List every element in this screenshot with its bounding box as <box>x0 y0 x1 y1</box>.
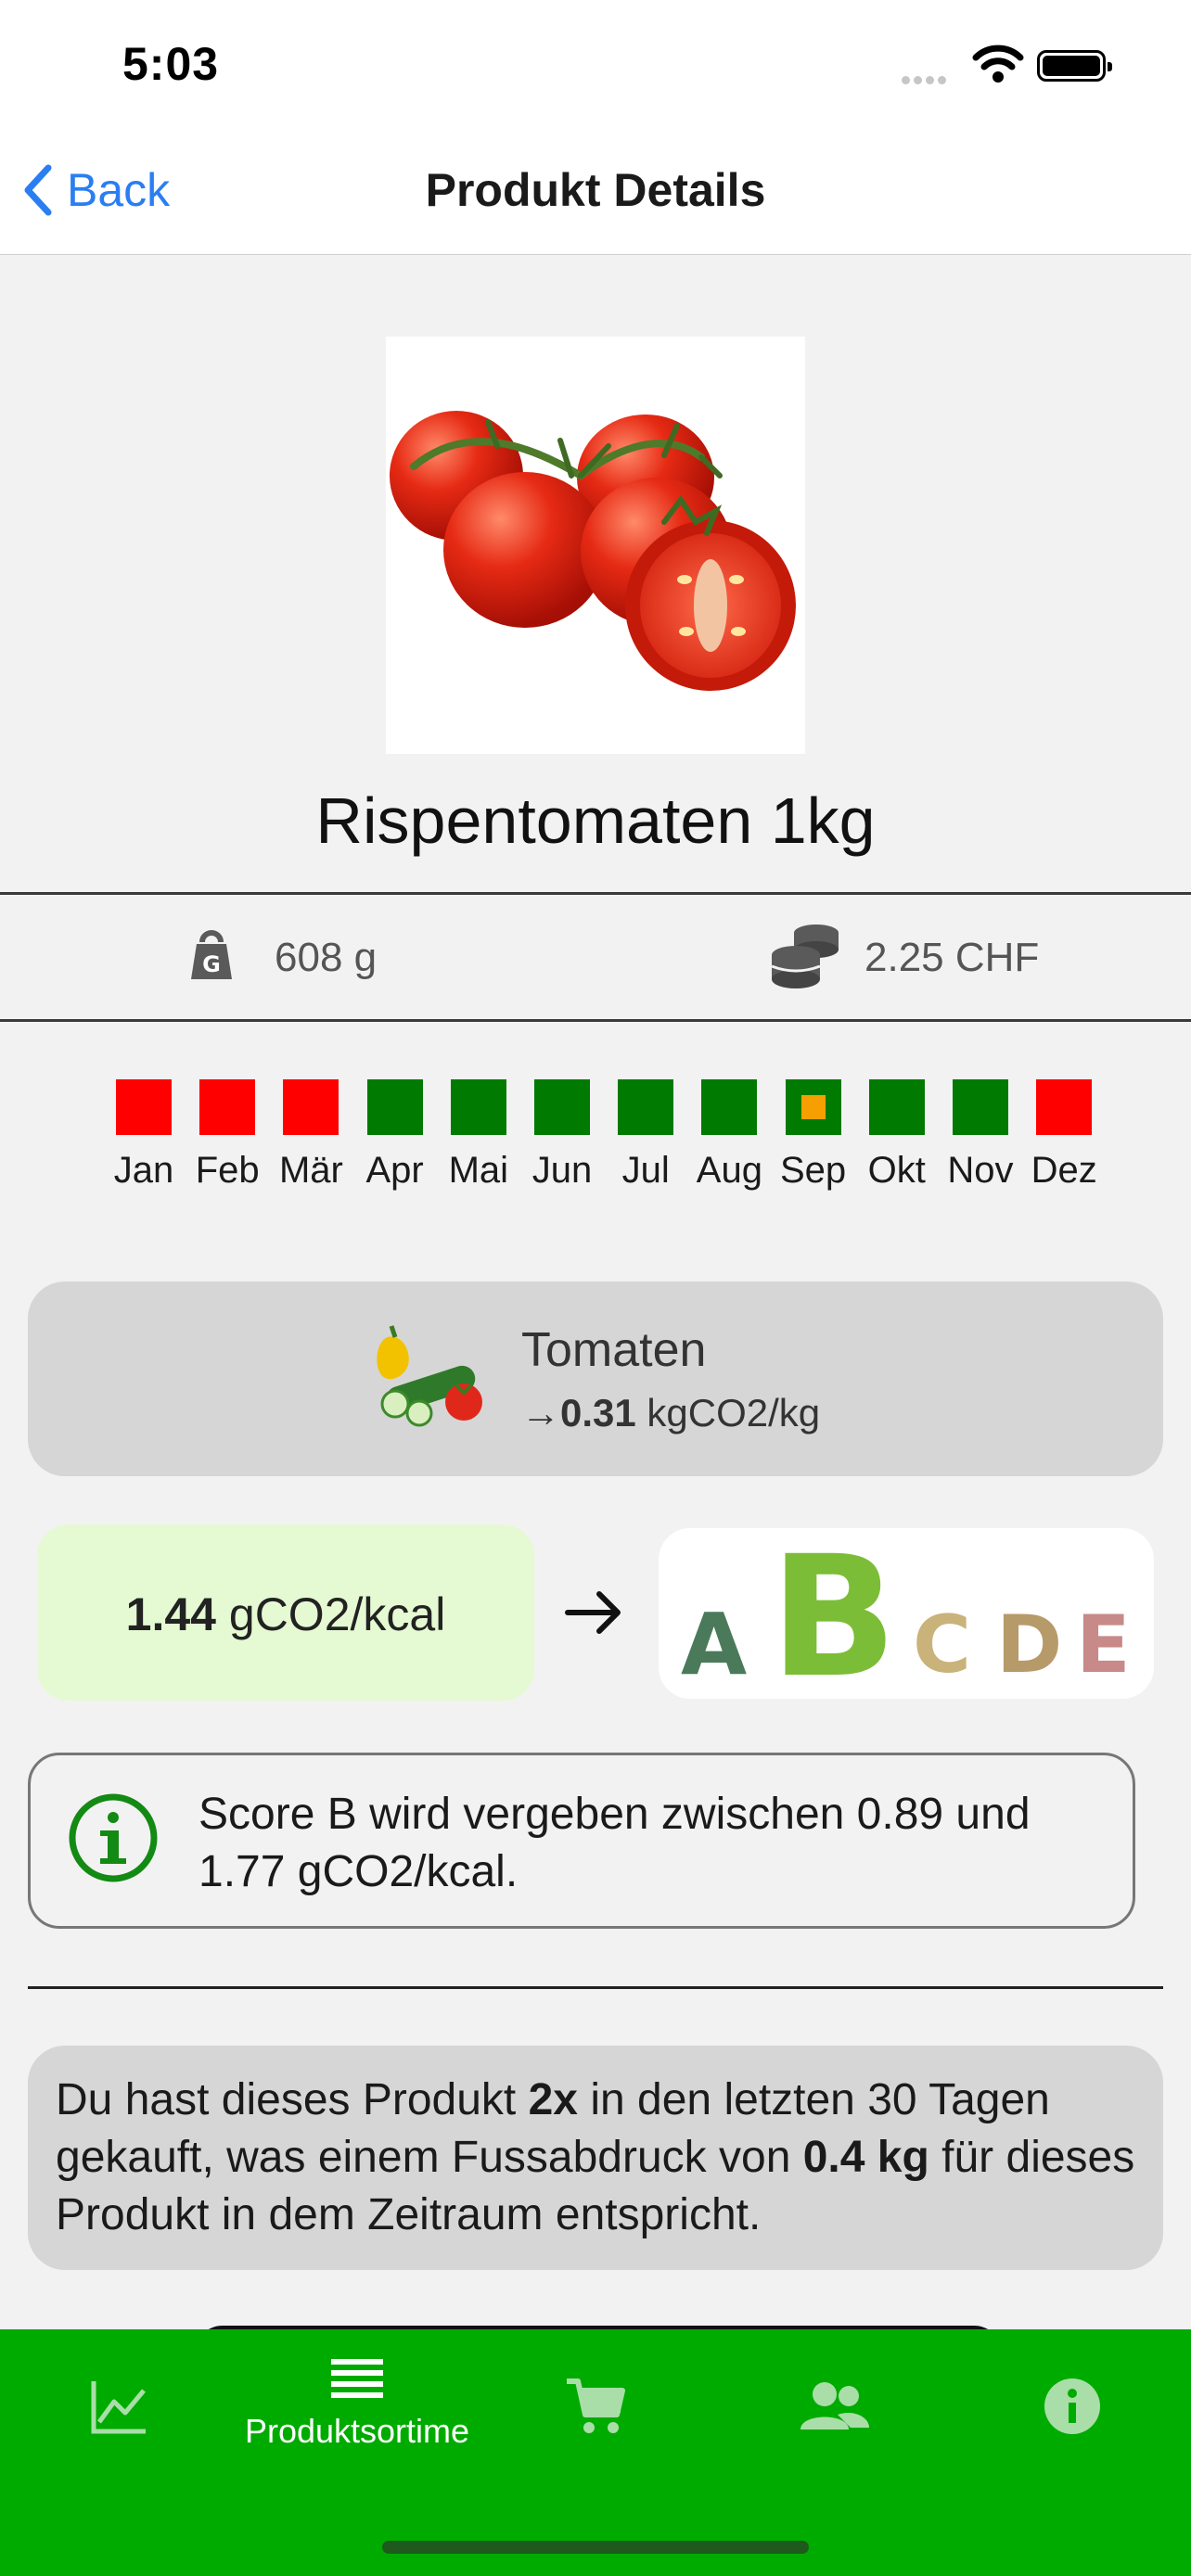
people-icon <box>800 2382 869 2429</box>
season-month: Mai <box>437 1079 520 1192</box>
season-indicator <box>953 1079 1008 1135</box>
season-month: Nov <box>939 1079 1022 1192</box>
purchase-count: 2x <box>528 2075 578 2124</box>
season-indicator <box>701 1079 758 1135</box>
category-value: 0.31 <box>560 1391 636 1435</box>
season-month-label: Mär <box>278 1150 343 1191</box>
coins-icon <box>768 922 842 993</box>
season-indicator <box>1036 1079 1093 1135</box>
season-month-label: Sep <box>780 1150 847 1191</box>
season-month-label: Nov <box>947 1150 1014 1191</box>
season-indicator <box>868 1079 925 1135</box>
season-indicator <box>785 1079 841 1135</box>
season-calendar: Jan Feb Mär Apr Mai Jun Jul Aug Sep Okt Nov Dez <box>102 1079 1097 1200</box>
season-month-label: Jun <box>531 1150 593 1191</box>
info-circle-icon <box>67 1792 160 1889</box>
purchase-summary-text: Du hast dieses Produkt 2x in den letzten… <box>56 2072 1150 2244</box>
season-month: Jul <box>604 1079 687 1192</box>
info-icon <box>1044 2378 1100 2434</box>
wifi-icon <box>972 45 1024 88</box>
list-icon <box>331 2359 383 2398</box>
score-letter-c: C <box>913 1599 972 1691</box>
category-footprint: →0.31 kgCO2/kg <box>521 1391 820 1435</box>
tab-statistics[interactable] <box>0 2355 237 2443</box>
category-unit: kgCO2/kg <box>647 1391 821 1435</box>
kcal-value: 1.44 <box>125 1588 216 1640</box>
season-indicator <box>283 1079 339 1135</box>
score-letter-e: E <box>1076 1599 1131 1691</box>
product-name: Rispentomaten 1kg <box>315 784 876 857</box>
season-month-label: Okt <box>867 1150 926 1191</box>
season-indicator <box>199 1079 256 1135</box>
season-month: Dez <box>1022 1079 1106 1192</box>
kcal-unit: gCO2/kcal <box>228 1588 446 1640</box>
season-month: Okt <box>855 1079 939 1192</box>
weight-icon: G <box>182 924 241 988</box>
season-indicator <box>618 1079 674 1135</box>
divider <box>28 1986 1163 1989</box>
score-letter-d: D <box>996 1599 1063 1691</box>
season-month: Sep <box>772 1079 855 1192</box>
season-month-label: Aug <box>696 1150 762 1191</box>
chart-icon <box>91 2381 146 2434</box>
tab-community[interactable] <box>715 2355 953 2443</box>
product-price: 2.25 CHF <box>864 935 1040 980</box>
category-card[interactable] <box>28 1282 1163 1476</box>
product-weight: 608 g <box>275 935 378 980</box>
season-partial-indicator <box>800 1095 826 1119</box>
svg-text:G: G <box>202 951 221 977</box>
season-month-label: Jul <box>621 1150 670 1191</box>
season-month-label: Apr <box>365 1150 424 1191</box>
page-title: Produkt Details <box>425 164 766 216</box>
cellular-signal-icon <box>902 72 957 84</box>
arrow-icon: → <box>521 1391 560 1435</box>
season-month-label: Jan <box>113 1150 174 1191</box>
season-month: Aug <box>687 1079 771 1192</box>
vegetables-icon <box>367 1319 488 1435</box>
season-month: Jan <box>102 1079 186 1192</box>
score-letter-b: B <box>770 1521 898 1715</box>
tab-label: Produktsortime <box>244 2412 470 2450</box>
purchase-footprint: 0.4 kg <box>802 2133 929 2182</box>
battery-icon <box>1037 50 1112 82</box>
arrow-right-icon <box>562 1580 627 1650</box>
kcal-footprint: 1.44 gCO2/kcal <box>37 1588 534 1641</box>
season-month-label: Mai <box>448 1150 509 1191</box>
purchase-text-1: Du hast dieses Produkt <box>56 2075 529 2124</box>
season-month: Jun <box>520 1079 604 1192</box>
season-indicator <box>116 1079 172 1135</box>
season-indicator <box>450 1079 506 1135</box>
score-letter-a: A <box>681 1595 748 1694</box>
season-month: Feb <box>186 1079 269 1192</box>
season-indicator <box>366 1079 423 1135</box>
category-name: Tomaten <box>521 1323 707 1377</box>
season-month-label: Feb <box>195 1150 260 1191</box>
home-indicator <box>382 2541 809 2554</box>
tab-cart[interactable] <box>477 2355 714 2443</box>
product-image <box>386 337 805 754</box>
season-month: Mär <box>269 1079 352 1192</box>
season-month-label: Dez <box>1031 1150 1097 1191</box>
score-info-text: Score B wird vergeben zwischen 0.89 und … <box>198 1790 1031 1896</box>
status-time: 5:03 <box>122 38 220 90</box>
season-month: Apr <box>353 1079 437 1192</box>
tab-info[interactable] <box>954 2355 1191 2443</box>
season-indicator <box>534 1079 590 1135</box>
tab-produktsortiment[interactable]: Produktsortime <box>238 2355 476 2451</box>
cart-icon <box>567 2378 625 2433</box>
